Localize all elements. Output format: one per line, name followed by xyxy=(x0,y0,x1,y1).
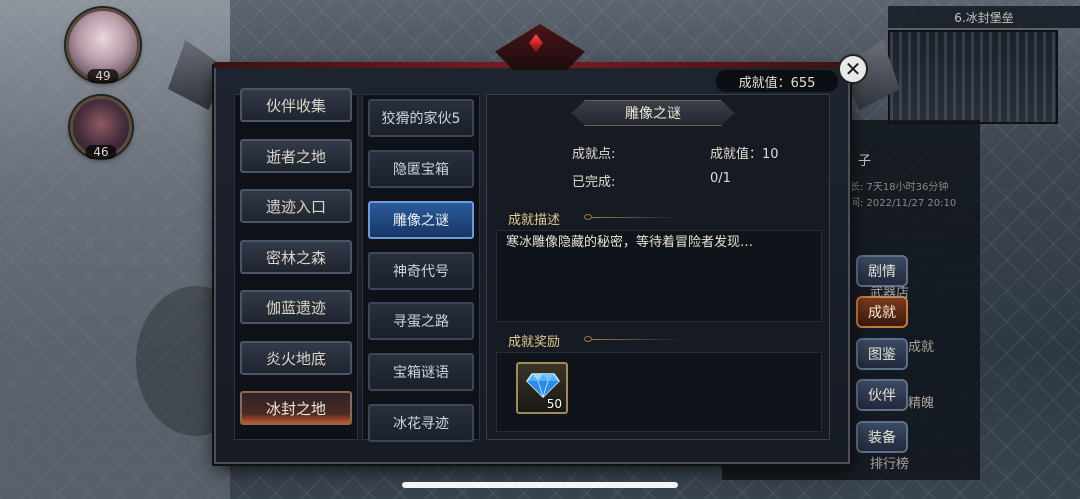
close-button[interactable]: ✕ xyxy=(838,54,868,84)
pet-avatar[interactable]: 46 xyxy=(70,96,132,159)
player-name-partial: 子 xyxy=(858,154,872,169)
achievement-item[interactable]: 宝箱谜语 xyxy=(368,353,474,391)
zone-item-selected[interactable]: 冰封之地 xyxy=(240,391,352,425)
play-time: 长: 7天18小时36分钟 xyxy=(850,182,949,193)
achievement-item-selected[interactable]: 雕像之谜 xyxy=(368,201,474,239)
pet-level: 46 xyxy=(85,145,117,159)
zone-item[interactable]: 伽蓝遗迹 xyxy=(240,290,352,324)
achievement-score: 成就值：655 xyxy=(716,70,838,92)
save-time: 间: 2022/11/27 20:10 xyxy=(850,198,957,209)
weapon-shop-label: 武器店 xyxy=(870,286,910,301)
zone-item[interactable]: 密林之森 xyxy=(240,240,352,274)
equipment-button[interactable]: 装备 xyxy=(856,421,908,453)
description-heading: 成就描述 xyxy=(508,213,561,228)
spirit-label: 精魄 xyxy=(908,396,935,411)
minimap[interactable] xyxy=(888,30,1058,124)
completed-label: 已完成: xyxy=(572,175,616,190)
achievement-item[interactable]: 神奇代号 xyxy=(368,252,474,290)
description-text: 寒冰雕像隐藏的秘密，等待着冒险者发现… xyxy=(506,235,754,250)
zone-item[interactable]: 炎火地底 xyxy=(240,341,352,375)
achievement-item[interactable]: 寻蛋之路 xyxy=(368,302,474,340)
home-indicator[interactable] xyxy=(402,482,678,488)
divider-ornament xyxy=(584,336,592,342)
points-label: 成就点: xyxy=(572,147,616,162)
divider-line xyxy=(592,339,682,340)
reward-count: 50 xyxy=(546,397,562,411)
zone-item[interactable]: 伙伴收集 xyxy=(240,88,352,122)
minimap-title: 6.冰封堡垒 xyxy=(888,6,1080,28)
diamond-icon xyxy=(526,373,560,398)
ranking-label: 排行榜 xyxy=(870,457,910,472)
zone-item[interactable]: 逝者之地 xyxy=(240,139,352,173)
hero-level: 49 xyxy=(87,69,119,83)
zone-item[interactable]: 遗迹入口 xyxy=(240,189,352,223)
divider-line xyxy=(592,217,682,218)
completed-value: 0/1 xyxy=(710,171,731,186)
achievement-label: 成就 xyxy=(908,340,935,355)
achievement-item[interactable]: 狡猾的家伙5 xyxy=(368,99,474,137)
partner-button[interactable]: 伙伴 xyxy=(856,379,908,411)
achievement-title: 雕像之谜 xyxy=(572,100,734,126)
achievement-item[interactable]: 冰花寻迹 xyxy=(368,404,474,442)
reward-item-diamond[interactable]: 50 xyxy=(516,362,568,414)
reward-heading: 成就奖励 xyxy=(508,335,561,350)
close-icon: ✕ xyxy=(844,57,862,81)
achievement-item[interactable]: 隐匿宝箱 xyxy=(368,150,474,188)
points-value: 成就值：10 xyxy=(710,147,779,162)
divider-ornament xyxy=(584,214,592,220)
hero-avatar[interactable]: 49 xyxy=(66,8,140,83)
codex-button[interactable]: 图鉴 xyxy=(856,338,908,370)
